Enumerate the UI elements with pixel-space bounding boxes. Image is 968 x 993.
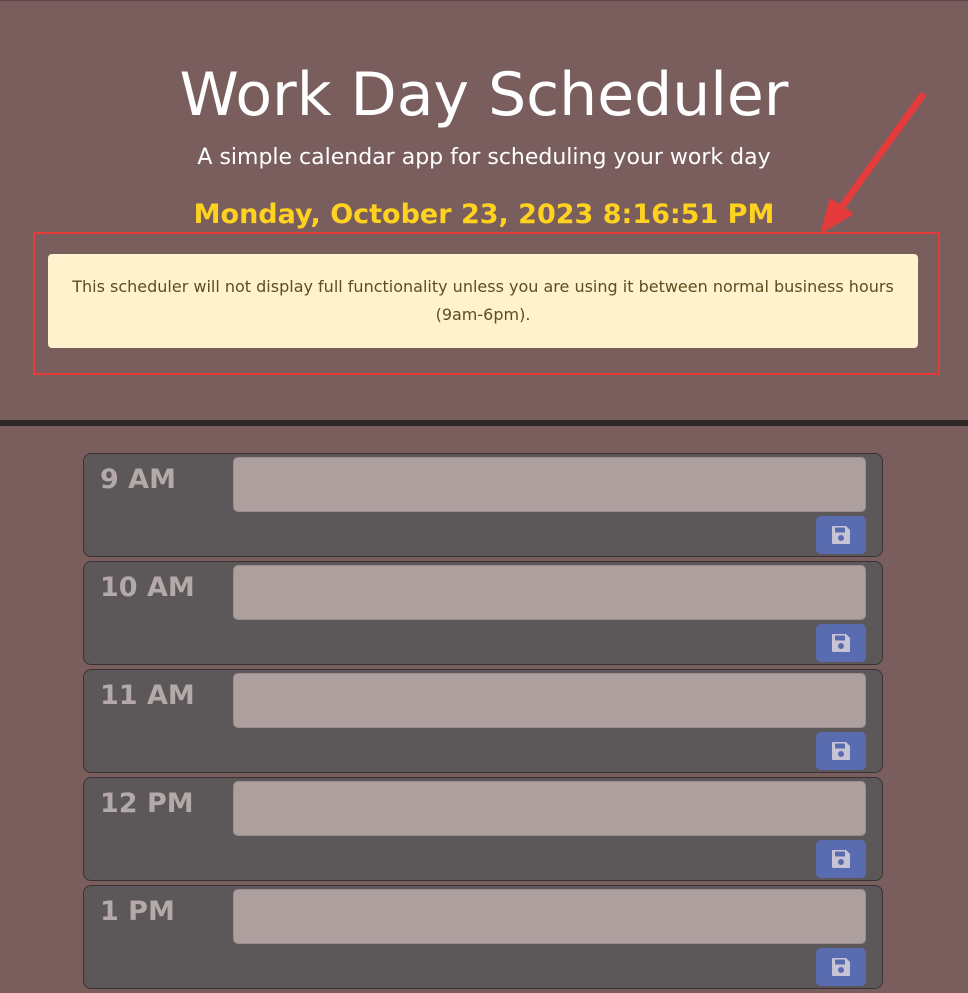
floppy-disk-icon (832, 958, 850, 976)
floppy-disk-icon (832, 742, 850, 760)
time-block-row: 10 AM (83, 561, 883, 665)
save-button[interactable] (816, 624, 866, 662)
hour-label: 1 PM (100, 896, 175, 927)
hour-label: 9 AM (100, 464, 176, 495)
save-button[interactable] (816, 948, 866, 986)
floppy-disk-icon (832, 526, 850, 544)
event-description-input[interactable] (233, 457, 866, 512)
save-button[interactable] (816, 516, 866, 554)
business-hours-notice: This scheduler will not display full fun… (48, 254, 918, 348)
time-block-row: 1 PM (83, 885, 883, 989)
event-description-input[interactable] (233, 565, 866, 620)
header-divider (0, 420, 968, 426)
save-button[interactable] (816, 840, 866, 878)
page-header: Work Day Scheduler A simple calendar app… (0, 0, 968, 420)
event-description-input[interactable] (233, 673, 866, 728)
hour-label: 10 AM (100, 572, 195, 603)
event-description-input[interactable] (233, 889, 866, 944)
save-button[interactable] (816, 732, 866, 770)
time-block-row: 12 PM (83, 777, 883, 881)
time-block-row: 11 AM (83, 669, 883, 773)
hour-label: 11 AM (100, 680, 195, 711)
time-block-row: 9 AM (83, 453, 883, 557)
event-description-input[interactable] (233, 781, 866, 836)
hour-label: 12 PM (100, 788, 194, 819)
time-block-list: 9 AM 10 AM 11 AM 12 PM 1 PM (83, 453, 883, 993)
floppy-disk-icon (832, 634, 850, 652)
annotation-arrow-icon (820, 92, 926, 234)
floppy-disk-icon (832, 850, 850, 868)
